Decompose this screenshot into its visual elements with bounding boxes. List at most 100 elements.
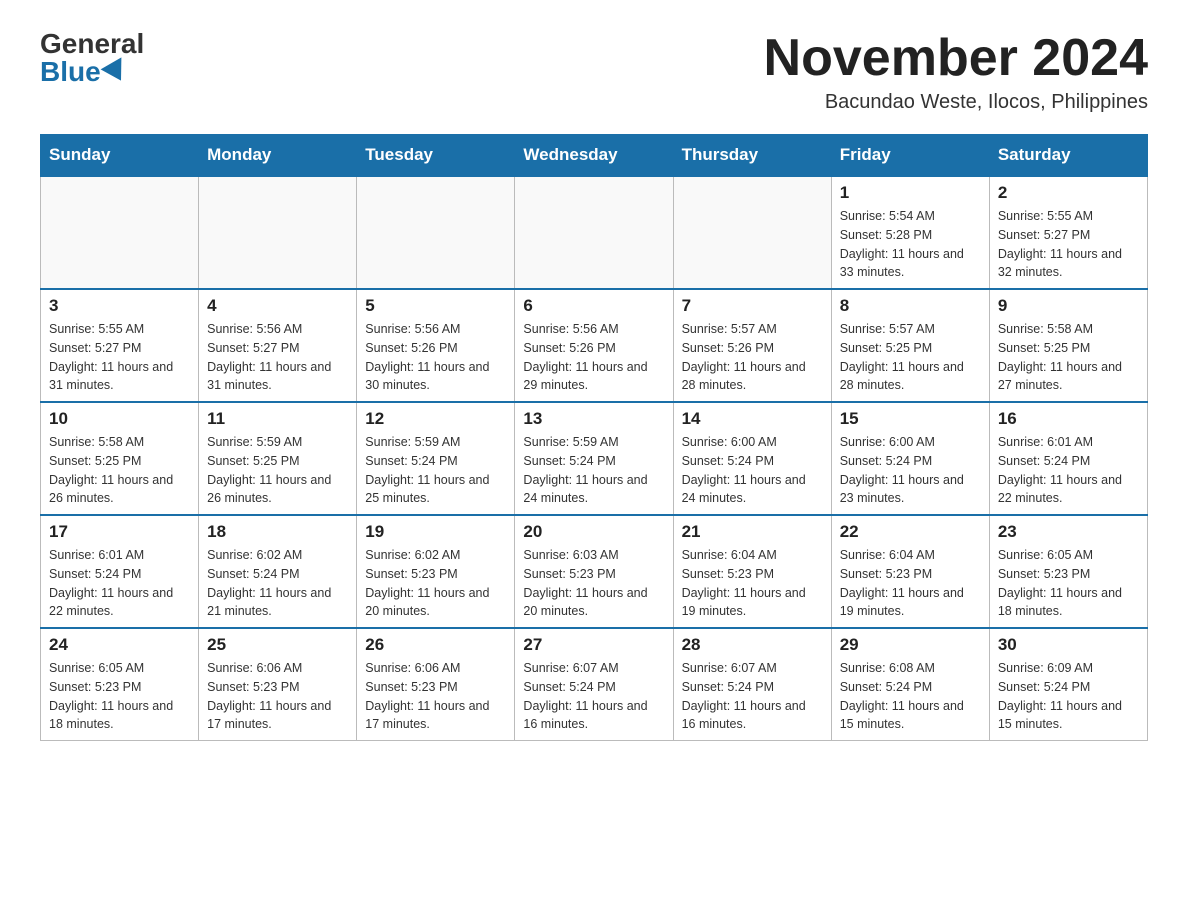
calendar-cell: 25Sunrise: 6:06 AMSunset: 5:23 PMDayligh… bbox=[199, 628, 357, 741]
day-info: Sunrise: 5:59 AMSunset: 5:24 PMDaylight:… bbox=[365, 433, 506, 508]
day-info: Sunrise: 5:56 AMSunset: 5:27 PMDaylight:… bbox=[207, 320, 348, 395]
calendar-cell bbox=[357, 176, 515, 289]
day-number: 26 bbox=[365, 635, 506, 655]
logo-general-text: General bbox=[40, 30, 144, 58]
weekday-header-thursday: Thursday bbox=[673, 135, 831, 177]
day-number: 1 bbox=[840, 183, 981, 203]
calendar-cell: 2 Sunrise: 5:55 AMSunset: 5:27 PMDaylight… bbox=[989, 176, 1147, 289]
day-info: Sunrise: 6:02 AMSunset: 5:23 PMDaylight:… bbox=[365, 546, 506, 621]
day-number: 11 bbox=[207, 409, 348, 429]
calendar-cell: 20 Sunrise: 6:03 AMSunset: 5:23 PMDayligh… bbox=[515, 515, 673, 628]
calendar-cell: 9Sunrise: 5:58 AMSunset: 5:25 PMDaylight… bbox=[989, 289, 1147, 402]
calendar-cell: 7 Sunrise: 5:57 AMSunset: 5:26 PMDaylight… bbox=[673, 289, 831, 402]
calendar-cell: 19 Sunrise: 6:02 AMSunset: 5:23 PMDayligh… bbox=[357, 515, 515, 628]
calendar-cell: 10 Sunrise: 5:58 AMSunset: 5:25 PMDayligh… bbox=[41, 402, 199, 515]
location-text: Bacundao Weste, Ilocos, Philippines bbox=[764, 91, 1148, 114]
calendar-cell: 27Sunrise: 6:07 AMSunset: 5:24 PMDayligh… bbox=[515, 628, 673, 741]
day-info: Sunrise: 6:07 AMSunset: 5:24 PMDaylight:… bbox=[523, 659, 664, 734]
day-number: 8 bbox=[840, 296, 981, 316]
day-number: 19 bbox=[365, 522, 506, 542]
day-info: Sunrise: 6:08 AMSunset: 5:24 PMDaylight:… bbox=[840, 659, 981, 734]
calendar-cell: 3 Sunrise: 5:55 AMSunset: 5:27 PMDaylight… bbox=[41, 289, 199, 402]
day-number: 7 bbox=[682, 296, 823, 316]
calendar-cell: 12 Sunrise: 5:59 AMSunset: 5:24 PMDayligh… bbox=[357, 402, 515, 515]
month-title: November 2024 bbox=[764, 30, 1148, 87]
day-info: Sunrise: 6:09 AMSunset: 5:24 PMDaylight:… bbox=[998, 659, 1139, 734]
calendar-cell bbox=[199, 176, 357, 289]
logo-triangle-icon bbox=[100, 57, 131, 86]
calendar-cell: 8 Sunrise: 5:57 AMSunset: 5:25 PMDaylight… bbox=[831, 289, 989, 402]
day-number: 5 bbox=[365, 296, 506, 316]
title-section: November 2024 Bacundao Weste, Ilocos, Ph… bbox=[764, 30, 1148, 114]
day-info: Sunrise: 5:57 AMSunset: 5:26 PMDaylight:… bbox=[682, 320, 823, 395]
day-info: Sunrise: 5:54 AMSunset: 5:28 PMDaylight:… bbox=[840, 207, 981, 282]
calendar-cell: 6 Sunrise: 5:56 AMSunset: 5:26 PMDaylight… bbox=[515, 289, 673, 402]
day-info: Sunrise: 6:01 AMSunset: 5:24 PMDaylight:… bbox=[998, 433, 1139, 508]
calendar-cell: 16 Sunrise: 6:01 AMSunset: 5:24 PMDayligh… bbox=[989, 402, 1147, 515]
day-info: Sunrise: 5:58 AMSunset: 5:25 PMDaylight:… bbox=[49, 433, 190, 508]
calendar-cell: 17 Sunrise: 6:01 AMSunset: 5:24 PMDayligh… bbox=[41, 515, 199, 628]
weekday-header-monday: Monday bbox=[199, 135, 357, 177]
day-info: Sunrise: 6:04 AMSunset: 5:23 PMDaylight:… bbox=[682, 546, 823, 621]
day-info: Sunrise: 5:56 AMSunset: 5:26 PMDaylight:… bbox=[523, 320, 664, 395]
weekday-header-tuesday: Tuesday bbox=[357, 135, 515, 177]
calendar-cell: 14 Sunrise: 6:00 AMSunset: 5:24 PMDayligh… bbox=[673, 402, 831, 515]
day-number: 24 bbox=[49, 635, 190, 655]
day-info: Sunrise: 6:06 AMSunset: 5:23 PMDaylight:… bbox=[365, 659, 506, 734]
day-number: 25 bbox=[207, 635, 348, 655]
day-number: 29 bbox=[840, 635, 981, 655]
day-info: Sunrise: 5:57 AMSunset: 5:25 PMDaylight:… bbox=[840, 320, 981, 395]
calendar-cell: 28Sunrise: 6:07 AMSunset: 5:24 PMDayligh… bbox=[673, 628, 831, 741]
day-number: 14 bbox=[682, 409, 823, 429]
day-number: 12 bbox=[365, 409, 506, 429]
calendar-cell: 11 Sunrise: 5:59 AMSunset: 5:25 PMDayligh… bbox=[199, 402, 357, 515]
day-number: 2 bbox=[998, 183, 1139, 203]
weekday-header-wednesday: Wednesday bbox=[515, 135, 673, 177]
day-number: 9 bbox=[998, 296, 1139, 316]
calendar-cell: 29 Sunrise: 6:08 AMSunset: 5:24 PMDayligh… bbox=[831, 628, 989, 741]
week-row-5: 24Sunrise: 6:05 AMSunset: 5:23 PMDayligh… bbox=[41, 628, 1148, 741]
calendar-cell: 18 Sunrise: 6:02 AMSunset: 5:24 PMDayligh… bbox=[199, 515, 357, 628]
weekday-header-row: SundayMondayTuesdayWednesdayThursdayFrid… bbox=[41, 135, 1148, 177]
calendar-cell: 24Sunrise: 6:05 AMSunset: 5:23 PMDayligh… bbox=[41, 628, 199, 741]
day-number: 10 bbox=[49, 409, 190, 429]
day-number: 22 bbox=[840, 522, 981, 542]
day-info: Sunrise: 6:07 AMSunset: 5:24 PMDaylight:… bbox=[682, 659, 823, 734]
calendar-cell: 13Sunrise: 5:59 AMSunset: 5:24 PMDayligh… bbox=[515, 402, 673, 515]
week-row-3: 10 Sunrise: 5:58 AMSunset: 5:25 PMDayligh… bbox=[41, 402, 1148, 515]
week-row-2: 3 Sunrise: 5:55 AMSunset: 5:27 PMDaylight… bbox=[41, 289, 1148, 402]
day-info: Sunrise: 6:02 AMSunset: 5:24 PMDaylight:… bbox=[207, 546, 348, 621]
day-number: 4 bbox=[207, 296, 348, 316]
day-number: 16 bbox=[998, 409, 1139, 429]
page-header: General Blue November 2024 Bacundao West… bbox=[40, 30, 1148, 114]
day-info: Sunrise: 5:59 AMSunset: 5:25 PMDaylight:… bbox=[207, 433, 348, 508]
day-info: Sunrise: 6:00 AMSunset: 5:24 PMDaylight:… bbox=[840, 433, 981, 508]
calendar-cell: 22 Sunrise: 6:04 AMSunset: 5:23 PMDayligh… bbox=[831, 515, 989, 628]
weekday-header-saturday: Saturday bbox=[989, 135, 1147, 177]
calendar-cell: 23Sunrise: 6:05 AMSunset: 5:23 PMDayligh… bbox=[989, 515, 1147, 628]
calendar-cell: 4 Sunrise: 5:56 AMSunset: 5:27 PMDaylight… bbox=[199, 289, 357, 402]
week-row-1: 1 Sunrise: 5:54 AMSunset: 5:28 PMDaylight… bbox=[41, 176, 1148, 289]
day-info: Sunrise: 6:04 AMSunset: 5:23 PMDaylight:… bbox=[840, 546, 981, 621]
day-info: Sunrise: 6:01 AMSunset: 5:24 PMDaylight:… bbox=[49, 546, 190, 621]
day-number: 20 bbox=[523, 522, 664, 542]
calendar-cell: 15 Sunrise: 6:00 AMSunset: 5:24 PMDayligh… bbox=[831, 402, 989, 515]
day-number: 3 bbox=[49, 296, 190, 316]
day-info: Sunrise: 5:55 AMSunset: 5:27 PMDaylight:… bbox=[998, 207, 1139, 282]
day-info: Sunrise: 6:00 AMSunset: 5:24 PMDaylight:… bbox=[682, 433, 823, 508]
day-number: 17 bbox=[49, 522, 190, 542]
calendar-cell: 1 Sunrise: 5:54 AMSunset: 5:28 PMDaylight… bbox=[831, 176, 989, 289]
day-info: Sunrise: 5:59 AMSunset: 5:24 PMDaylight:… bbox=[523, 433, 664, 508]
calendar-cell bbox=[515, 176, 673, 289]
weekday-header-sunday: Sunday bbox=[41, 135, 199, 177]
day-info: Sunrise: 6:03 AMSunset: 5:23 PMDaylight:… bbox=[523, 546, 664, 621]
day-number: 6 bbox=[523, 296, 664, 316]
day-number: 30 bbox=[998, 635, 1139, 655]
day-number: 21 bbox=[682, 522, 823, 542]
calendar-cell bbox=[41, 176, 199, 289]
calendar-cell: 30 Sunrise: 6:09 AMSunset: 5:24 PMDayligh… bbox=[989, 628, 1147, 741]
day-info: Sunrise: 5:55 AMSunset: 5:27 PMDaylight:… bbox=[49, 320, 190, 395]
weekday-header-friday: Friday bbox=[831, 135, 989, 177]
day-number: 15 bbox=[840, 409, 981, 429]
day-number: 18 bbox=[207, 522, 348, 542]
